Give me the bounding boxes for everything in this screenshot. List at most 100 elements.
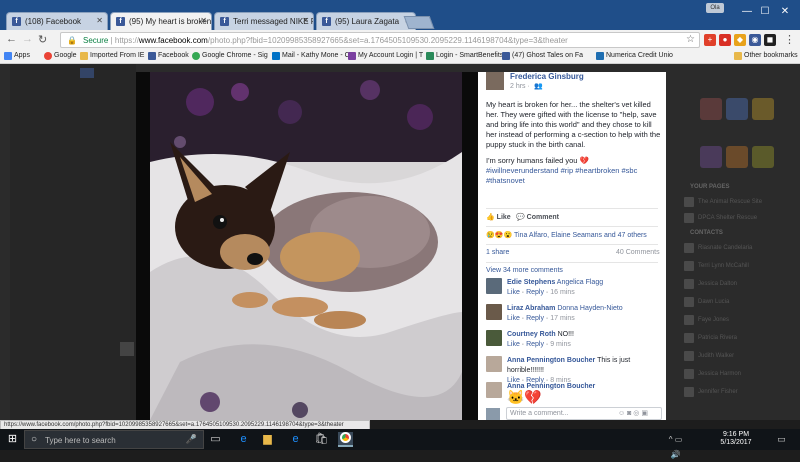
comment-item: Anna Pennington Boucher 🐱💔: [486, 382, 662, 410]
tab-heart-broken[interactable]: f (95) My heart is broken f ✕: [110, 12, 212, 30]
new-tab-button[interactable]: [403, 16, 435, 29]
comment-emoji-icons[interactable]: ☺ ◙ ◎ ▣: [618, 409, 648, 417]
forward-arrow-icon[interactable]: →: [22, 33, 33, 45]
bookmark-chrome-sign[interactable]: Google Chrome - Sig: [192, 52, 268, 60]
shares-count[interactable]: 1 share: [486, 249, 509, 256]
task-view-icon[interactable]: ▭: [208, 432, 223, 447]
comment-text[interactable]: Angelica Flagg: [557, 279, 603, 286]
address-bar[interactable]: 🔒 Secure | https://www.facebook.com/phot…: [60, 32, 700, 48]
comment-like-link[interactable]: Like: [507, 315, 520, 322]
bank-icon: [596, 52, 604, 60]
reload-icon[interactable]: ↻: [38, 33, 47, 46]
facebook-favicon-icon: f: [220, 17, 229, 26]
sidebar-game-thumb: [700, 98, 722, 120]
comment-text: NO!!!: [557, 331, 574, 338]
edge-browser-icon[interactable]: e: [236, 432, 251, 447]
commenter-name[interactable]: Edie Stephens: [507, 279, 555, 286]
tab-label: (95) Laura Zagata: [335, 17, 400, 26]
bookmark-other[interactable]: Other bookmarks: [734, 52, 798, 60]
close-window-button[interactable]: ✕: [770, 6, 800, 17]
bookmark-star-icon[interactable]: ☆: [686, 34, 695, 45]
extension-red-icon[interactable]: ●: [719, 34, 731, 46]
bookmark-apps[interactable]: Apps: [4, 52, 30, 60]
commenter-name[interactable]: Courtney Roth: [507, 331, 556, 338]
commenter-avatar[interactable]: [486, 278, 502, 294]
lock-icon: 🔒: [67, 36, 77, 45]
view-more-comments[interactable]: View 34 more comments: [486, 267, 563, 274]
extension-orange-icon[interactable]: ◆: [734, 34, 746, 46]
commenter-name[interactable]: Liraz Abraham: [507, 305, 555, 312]
system-tray-icons[interactable]: ^ ▭ 🔊: [668, 432, 683, 459]
bookmark-facebook[interactable]: Facebook: [148, 52, 189, 60]
comment-like-link[interactable]: Like: [507, 341, 520, 348]
commenter-avatar[interactable]: [486, 382, 502, 398]
sidebar-game-thumb: [726, 146, 748, 168]
store-icon[interactable]: 🛍: [314, 432, 329, 447]
extension-blue-icon[interactable]: ◉: [749, 34, 761, 46]
author-name[interactable]: Frederica Ginsburg: [510, 72, 584, 81]
commenter-avatar[interactable]: [486, 330, 502, 346]
bookmark-smartbenefits[interactable]: Login - SmartBenefits: [426, 52, 503, 60]
extension-plus-icon[interactable]: +: [704, 34, 716, 46]
chrome-taskbar-icon[interactable]: [338, 432, 353, 447]
google-icon: [44, 52, 52, 60]
extension-dark-icon[interactable]: ◼: [764, 34, 776, 46]
back-arrow-icon[interactable]: ←: [6, 33, 17, 45]
your-pages-heading: YOUR PAGES: [690, 184, 730, 190]
comment-text[interactable]: Donna Hayden-Nieto: [557, 305, 622, 312]
commenter-name[interactable]: Anna Pennington Boucher: [507, 357, 595, 364]
dog-photo-image: [150, 72, 462, 420]
facebook-theater-page: Frederica Ginsburg 2 hrs · 👥 My heart is…: [0, 64, 800, 420]
comment-reply-link[interactable]: Reply: [526, 315, 544, 322]
bookmark-numerica[interactable]: Numerica Credit Unio: [596, 52, 673, 60]
tab-close-icon[interactable]: ✕: [302, 16, 309, 25]
dimmed-avatar: [120, 342, 134, 356]
author-avatar[interactable]: [486, 72, 504, 90]
windows-start-icon[interactable]: ⊞: [5, 432, 20, 447]
sidebar-game-thumb: [752, 146, 774, 168]
comment-button[interactable]: 💬 Comment: [516, 213, 559, 221]
search-placeholder: Type here to search: [45, 436, 116, 445]
comment-time: 17 mins: [550, 315, 575, 322]
dimmed-sidebar: YOUR PAGES The Animal Rescue Site DPCA S…: [680, 72, 800, 420]
tab-facebook[interactable]: f (108) Facebook ✕: [6, 12, 108, 30]
broken-heart-icon: 💔: [579, 156, 589, 165]
tab-close-icon[interactable]: ✕: [96, 16, 103, 25]
internet-explorer-icon[interactable]: e: [288, 432, 303, 447]
file-explorer-icon[interactable]: ▆: [260, 432, 275, 447]
commenter-avatar[interactable]: [486, 304, 502, 320]
user-profile-badge[interactable]: Ola: [706, 3, 724, 13]
folder-icon: [80, 52, 88, 60]
taskbar-clock[interactable]: 9:16 PM 5/13/2017: [706, 431, 766, 447]
reactions-summary[interactable]: 😢😍😮 Tina Alfaro, Elaine Seamans and 47 o…: [486, 231, 647, 239]
comment-reply-link[interactable]: Reply: [526, 341, 544, 348]
post-sorry-line: I'm sorry humans failed you 💔: [486, 156, 589, 165]
comment-like-link[interactable]: Like: [507, 289, 520, 296]
post-hashtags[interactable]: #iwillneverunderstand #rip #heartbroken …: [486, 166, 662, 186]
bookmark-my-account[interactable]: My Account Login | T: [348, 52, 423, 60]
bookmark-ghost-tales[interactable]: (47) Ghost Tales on Fa: [502, 52, 583, 60]
taskbar-search-box[interactable]: ○ Type here to search 🎤: [24, 430, 204, 449]
tab-terri-messaged[interactable]: f Terri messaged NIKE Ple ✕: [214, 12, 314, 30]
apps-grid-icon: [4, 52, 12, 60]
action-center-icon[interactable]: ▭: [774, 432, 789, 447]
sidebar-page: DPCA Shelter Rescue: [684, 212, 800, 226]
tab-close-icon[interactable]: ✕: [200, 16, 207, 25]
menu-dots-icon[interactable]: ⋮: [784, 33, 795, 46]
commenter-avatar[interactable]: [486, 356, 502, 372]
comments-count[interactable]: 40 Comments: [616, 249, 660, 256]
post-time[interactable]: 2 hrs ·: [510, 83, 530, 90]
bookmark-imported-ie[interactable]: Imported From IE: [80, 52, 144, 60]
microphone-icon[interactable]: 🎤: [186, 434, 197, 445]
sidebar-contact: Faye Jones: [684, 314, 800, 328]
theater-photo[interactable]: [136, 72, 478, 420]
bookmark-google[interactable]: Google: [44, 52, 77, 60]
comment-reply-link[interactable]: Reply: [526, 289, 544, 296]
dimmed-feed: [10, 64, 136, 420]
like-button[interactable]: 👍 Like: [486, 213, 511, 221]
url-scheme: https://: [114, 36, 139, 45]
bookmark-mail[interactable]: Mail - Kathy Mone - C: [272, 52, 350, 60]
tab-laura-zagata[interactable]: f (95) Laura Zagata ✕: [316, 12, 416, 30]
sidebar-game-thumb: [752, 98, 774, 120]
broken-heart-sticker-icon: 🐱💔: [507, 389, 542, 405]
